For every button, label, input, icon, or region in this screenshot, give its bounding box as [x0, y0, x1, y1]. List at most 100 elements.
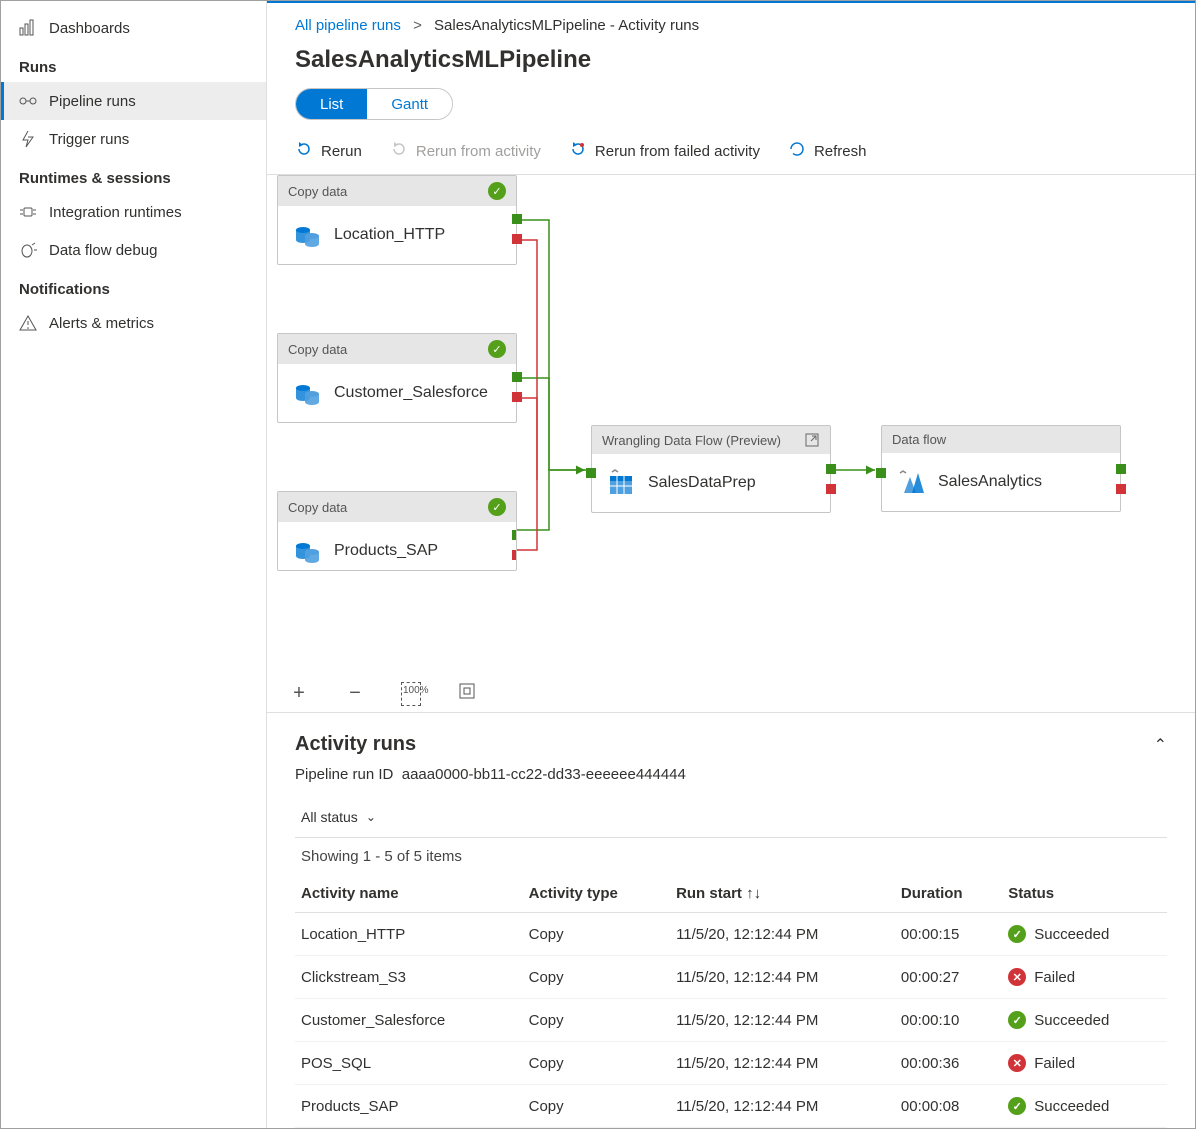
cell-name: Location_HTTP	[295, 913, 523, 956]
table-row[interactable]: Customer_SalesforceCopy11/5/20, 12:12:44…	[295, 999, 1167, 1042]
toggle-gantt[interactable]: Gantt	[367, 89, 452, 119]
chevron-down-icon: ⌄	[366, 810, 376, 824]
output-port-success[interactable]	[512, 530, 517, 540]
status-success-icon: ✓	[488, 498, 506, 516]
output-port-success[interactable]	[826, 464, 836, 474]
sidebar-item-integration-runtimes[interactable]: Integration runtimes	[1, 193, 266, 231]
cell-status: Failed	[1034, 1055, 1075, 1072]
cell-duration: 00:00:27	[895, 956, 1002, 999]
input-port[interactable]	[586, 468, 596, 478]
cell-status: Succeeded	[1034, 926, 1109, 943]
cell-type: Copy	[523, 956, 670, 999]
activity-box[interactable]: Copy data✓Products_SAP	[277, 491, 517, 571]
activity-box[interactable]: Data flowSalesAnalytics	[881, 425, 1121, 512]
activity-box[interactable]: Copy data✓Location_HTTP	[277, 175, 517, 265]
cell-start: 11/5/20, 12:12:44 PM	[670, 913, 895, 956]
activity-box[interactable]: Wrangling Data Flow (Preview)SalesDataPr…	[591, 425, 831, 513]
activity-type-icon	[292, 220, 322, 250]
sidebar-section-runs: Runs	[1, 47, 266, 82]
output-port-failure[interactable]	[826, 484, 836, 494]
rerun-failed-icon	[569, 140, 587, 162]
sidebar: Dashboards Runs Pipeline runs Trigger ru…	[1, 1, 267, 1128]
cell-name: Products_SAP	[295, 1085, 523, 1128]
dataflow-debug-icon	[19, 241, 37, 259]
table-row[interactable]: Products_SAPCopy11/5/20, 12:12:44 PM00:0…	[295, 1085, 1167, 1128]
col-activity-type[interactable]: Activity type	[523, 875, 670, 913]
status-filter-label: All status	[301, 809, 358, 825]
col-status[interactable]: Status	[1002, 875, 1167, 913]
status-success-icon: ✓	[488, 340, 506, 358]
sidebar-item-pipeline-runs[interactable]: Pipeline runs	[1, 82, 266, 120]
activity-type-icon	[606, 468, 636, 498]
cell-status: Succeeded	[1034, 1098, 1109, 1115]
open-external-icon[interactable]	[804, 432, 820, 448]
page-title: SalesAnalyticsMLPipeline	[267, 42, 1195, 88]
sidebar-item-dashboards[interactable]: Dashboards	[1, 9, 266, 47]
collapse-panel-button[interactable]: ⌃	[1154, 735, 1167, 755]
input-port[interactable]	[876, 468, 886, 478]
output-port-success[interactable]	[1116, 464, 1126, 474]
breadcrumb-current: SalesAnalyticsMLPipeline - Activity runs	[434, 17, 699, 34]
cell-status: Succeeded	[1034, 1012, 1109, 1029]
refresh-button[interactable]: Refresh	[788, 140, 867, 162]
rerun-icon	[295, 140, 313, 162]
activity-runs-title: Activity runs	[295, 733, 416, 756]
status-filter[interactable]: All status ⌄	[295, 801, 382, 833]
output-port-success[interactable]	[512, 372, 522, 382]
output-port-failure[interactable]	[1116, 484, 1126, 494]
col-activity-name[interactable]: Activity name	[295, 875, 523, 913]
table-row[interactable]: Clickstream_S3Copy11/5/20, 12:12:44 PM00…	[295, 956, 1167, 999]
activity-box[interactable]: Copy data✓Customer_Salesforce	[277, 333, 517, 423]
table-row[interactable]: POS_SQLCopy11/5/20, 12:12:44 PM00:00:36✕…	[295, 1042, 1167, 1085]
sidebar-item-alerts[interactable]: Alerts & metrics	[1, 304, 266, 342]
sidebar-item-dataflow-debug[interactable]: Data flow debug	[1, 231, 266, 269]
alerts-icon	[19, 314, 37, 332]
zoom-reset-button[interactable]: 100%	[401, 682, 421, 706]
sidebar-label: Trigger runs	[49, 131, 129, 148]
run-id-value: aaaa0000-bb11-cc22-dd33-eeeeee444444	[402, 766, 686, 783]
output-port-failure[interactable]	[512, 392, 522, 402]
output-port-failure[interactable]	[512, 550, 517, 560]
toggle-list[interactable]: List	[296, 89, 367, 119]
pipeline-canvas[interactable]: + − 100% Copy data✓Location_HTTPCopy dat…	[267, 175, 1195, 712]
status-failed-icon: ✕	[1008, 968, 1026, 986]
rerun-label: Rerun	[321, 143, 362, 160]
cell-duration: 00:00:08	[895, 1085, 1002, 1128]
sort-icon: ↑↓	[746, 885, 761, 902]
rerun-activity-label: Rerun from activity	[416, 143, 541, 160]
activity-type-icon	[292, 378, 322, 408]
zoom-fit-button[interactable]	[457, 682, 477, 706]
cell-type: Copy	[523, 1042, 670, 1085]
zoom-bar: + − 100%	[289, 682, 477, 706]
rerun-from-failed-button[interactable]: Rerun from failed activity	[569, 140, 760, 162]
zoom-out-button[interactable]: −	[345, 682, 365, 706]
trigger-runs-icon	[19, 130, 37, 148]
breadcrumb: All pipeline runs > SalesAnalyticsMLPipe…	[267, 3, 1195, 42]
activity-type-icon	[896, 467, 926, 497]
sidebar-item-trigger-runs[interactable]: Trigger runs	[1, 120, 266, 158]
table-row[interactable]: Location_HTTPCopy11/5/20, 12:12:44 PM00:…	[295, 913, 1167, 956]
output-port-failure[interactable]	[512, 234, 522, 244]
integration-runtimes-icon	[19, 203, 37, 221]
output-port-success[interactable]	[512, 214, 522, 224]
breadcrumb-separator: >	[413, 17, 422, 34]
cell-start: 11/5/20, 12:12:44 PM	[670, 999, 895, 1042]
sidebar-label: Dashboards	[49, 20, 130, 37]
activity-name: SalesDataPrep	[648, 474, 756, 492]
rerun-from-activity-button: Rerun from activity	[390, 140, 541, 162]
activity-header: Copy data✓	[278, 492, 516, 522]
main-content: All pipeline runs > SalesAnalyticsMLPipe…	[267, 1, 1195, 1128]
activity-runs-panel: Activity runs ⌃ Pipeline run ID aaaa0000…	[267, 712, 1195, 1128]
cell-name: Clickstream_S3	[295, 956, 523, 999]
activity-name: Location_HTTP	[334, 226, 445, 244]
activity-name: Customer_Salesforce	[334, 384, 488, 402]
col-duration[interactable]: Duration	[895, 875, 1002, 913]
cell-type: Copy	[523, 999, 670, 1042]
breadcrumb-link[interactable]: All pipeline runs	[295, 17, 401, 34]
rerun-button[interactable]: Rerun	[295, 140, 362, 162]
status-success-icon: ✓	[1008, 1011, 1026, 1029]
activity-header: Data flow	[882, 426, 1120, 453]
col-run-start[interactable]: Run start ↑↓	[670, 875, 895, 913]
rerun-failed-label: Rerun from failed activity	[595, 143, 760, 160]
zoom-in-button[interactable]: +	[289, 682, 309, 706]
